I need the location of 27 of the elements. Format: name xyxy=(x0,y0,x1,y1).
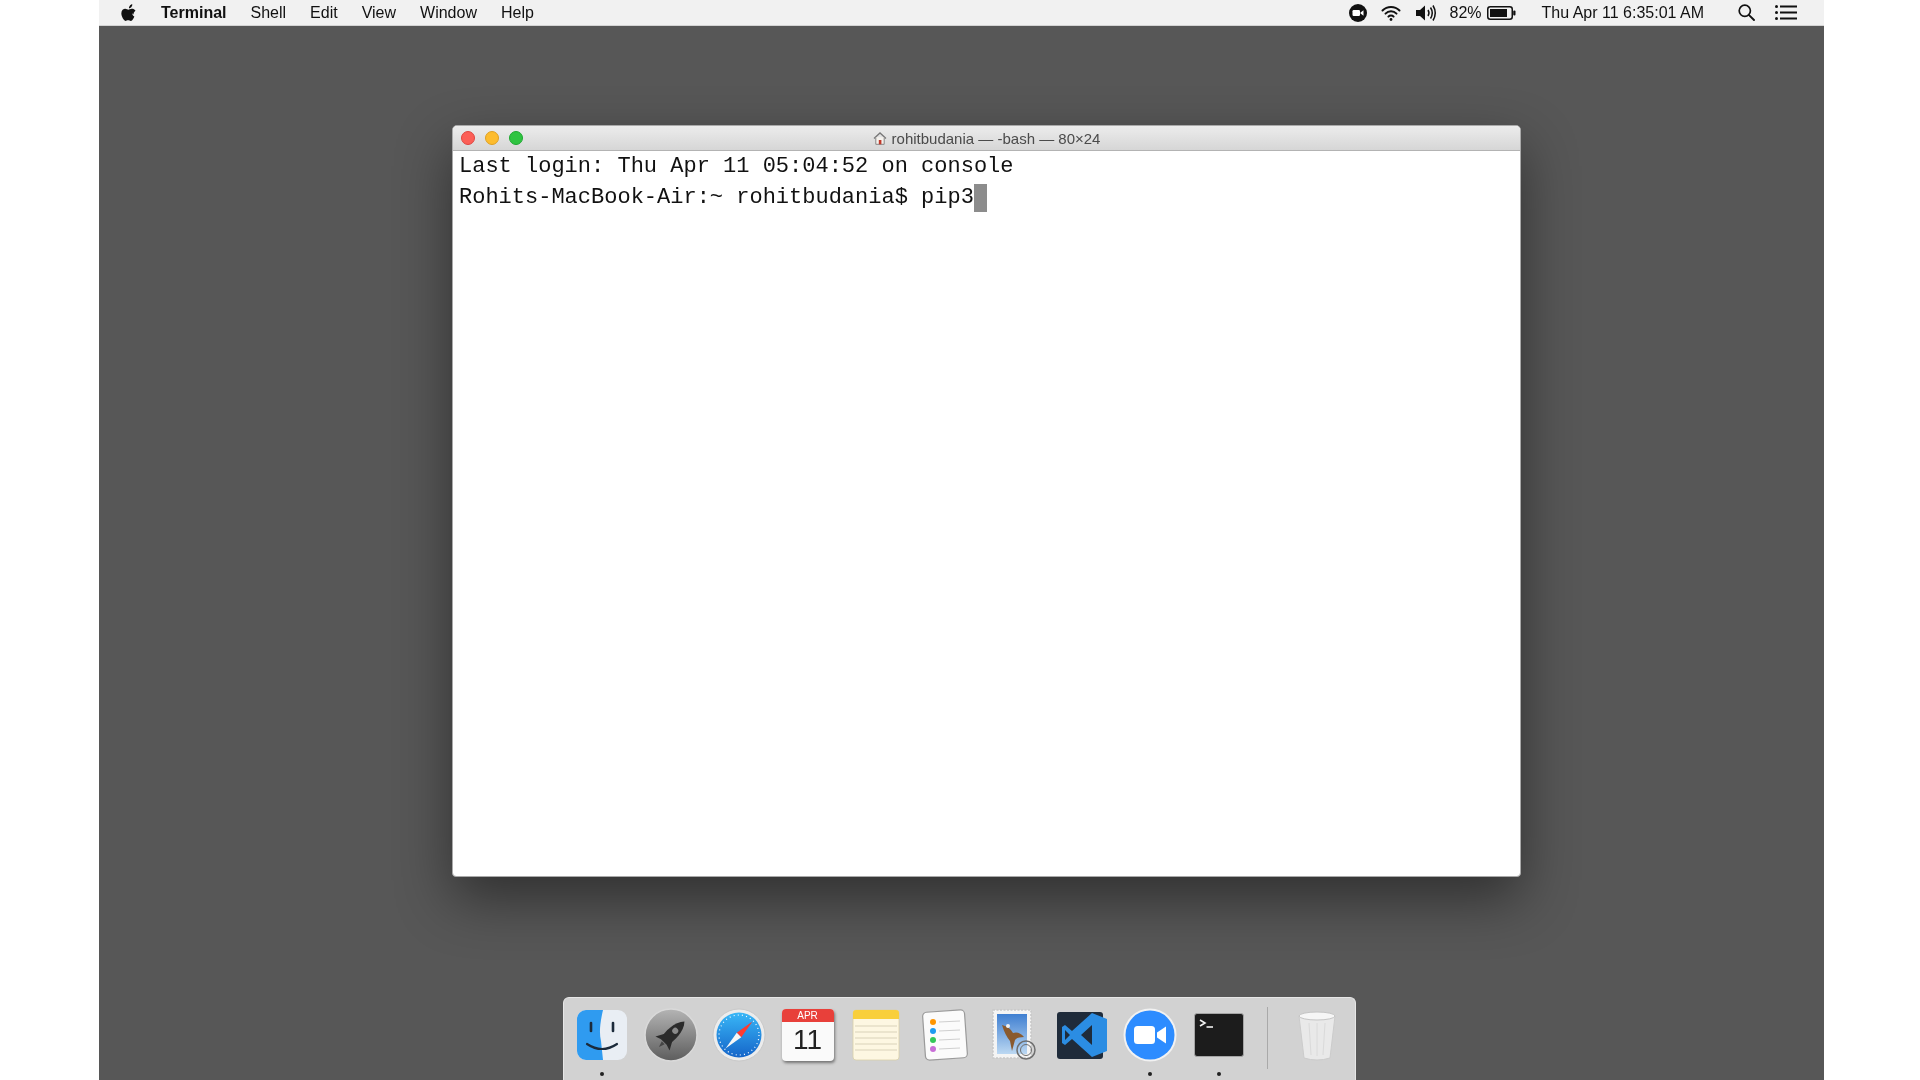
battery-icon[interactable] xyxy=(1486,5,1516,20)
wifi-icon[interactable] xyxy=(1381,4,1402,21)
menu-clock[interactable]: Thu Apr 11 6:35:01 AM xyxy=(1529,1,1722,24)
menu-item[interactable]: Edit xyxy=(298,1,350,24)
terminal-line: Last login: Thu Apr 11 05:04:52 on console xyxy=(459,153,1014,181)
battery-percentage: 82% xyxy=(1449,3,1482,22)
menu-item[interactable]: Help xyxy=(488,1,546,24)
list-icon[interactable] xyxy=(1775,5,1797,20)
menu-item[interactable]: View xyxy=(349,1,409,24)
compass-icon[interactable] xyxy=(711,1007,767,1063)
window-title: rohitbudania — -bash — 80×24 xyxy=(891,129,1101,147)
house-icon xyxy=(872,131,887,145)
rocket-icon[interactable] xyxy=(642,1007,699,1063)
video-camera-icon[interactable] xyxy=(1349,3,1368,22)
close-button[interactable] xyxy=(461,131,475,145)
calendar-month: APR xyxy=(781,1009,834,1022)
volume-icon[interactable] xyxy=(1415,3,1438,22)
terminal-line: Rohits-MacBook-Air:~ rohitbudania$ pip3 xyxy=(459,184,974,212)
app-menu[interactable]: Terminal xyxy=(149,1,239,24)
calendar-day: 11 xyxy=(792,1022,823,1058)
text-cursor-icon xyxy=(973,183,987,212)
face-icon[interactable] xyxy=(574,1007,630,1063)
search-icon[interactable] xyxy=(1738,4,1755,21)
menu-item[interactable]: Window xyxy=(408,1,489,24)
menu-item[interactable]: Shell xyxy=(238,1,299,24)
apple-icon[interactable] xyxy=(121,4,136,21)
calendar-icon[interactable]: APR 11 xyxy=(781,1009,834,1061)
